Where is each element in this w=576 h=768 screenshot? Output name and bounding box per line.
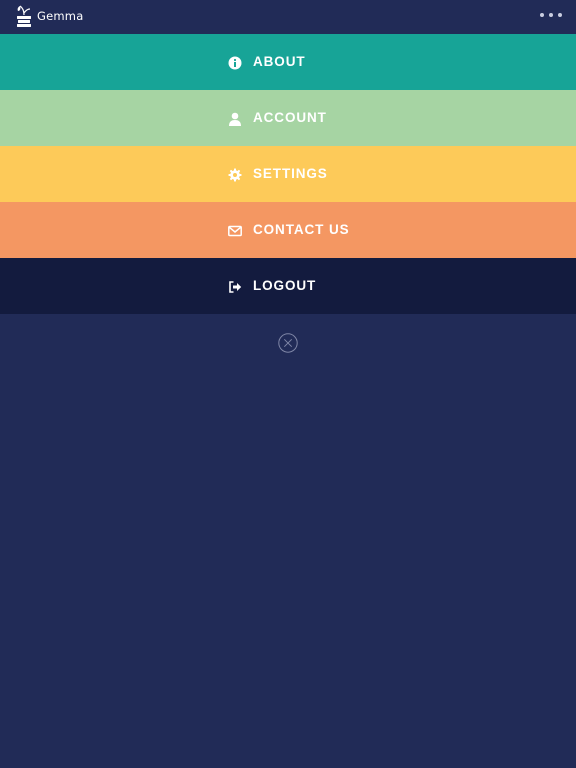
- menu-item-label: SETTINGS: [253, 166, 328, 181]
- top-bar: Gemma: [0, 0, 576, 34]
- more-horizontal-icon: [540, 13, 544, 17]
- more-options-button[interactable]: [540, 6, 562, 24]
- menu-item-label: ACCOUNT: [253, 110, 327, 125]
- info-icon: [227, 55, 242, 70]
- menu-item-account[interactable]: ACCOUNT: [0, 90, 576, 146]
- menu-item-label: CONTACT US: [253, 222, 350, 237]
- more-dot: [558, 13, 562, 17]
- gear-icon: [227, 167, 242, 182]
- menu-item-about[interactable]: ABOUT: [0, 34, 576, 90]
- menu-item-logout[interactable]: LOGOUT: [0, 258, 576, 314]
- close-menu-button[interactable]: [278, 333, 298, 353]
- main-menu: ABOUT ACCOUNT SETTINGS CONTACT US LOGOUT: [0, 34, 576, 314]
- sign-out-icon: [227, 279, 242, 294]
- envelope-icon: [227, 223, 242, 238]
- user-icon: [227, 111, 242, 126]
- menu-item-contact-us[interactable]: CONTACT US: [0, 202, 576, 258]
- more-dot: [549, 13, 553, 17]
- menu-item-label: LOGOUT: [253, 278, 317, 293]
- menu-item-settings[interactable]: SETTINGS: [0, 146, 576, 202]
- app-logo[interactable]: Gemma: [14, 3, 83, 29]
- close-icon: [278, 333, 298, 353]
- menu-item-label: ABOUT: [253, 54, 306, 69]
- app-name: Gemma: [37, 9, 84, 23]
- plant-books-icon: [17, 5, 31, 27]
